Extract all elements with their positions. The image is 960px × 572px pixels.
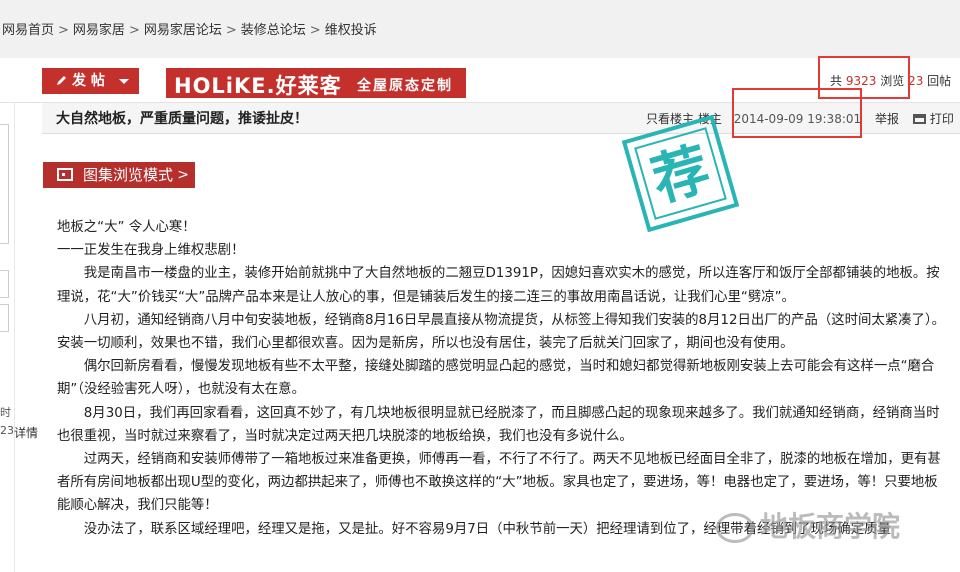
breadcrumb-item-home-decor[interactable]: 网易家居 — [73, 23, 125, 38]
breadcrumb-item-complaints[interactable]: 维权投诉 — [325, 23, 377, 38]
brand-logo: HOLiKE.好莱客 — [174, 74, 342, 98]
breadcrumb-item-home[interactable]: 网易首页 — [2, 23, 54, 38]
breadcrumb-item-forum[interactable]: 网易家居论坛 — [144, 23, 222, 38]
print-button[interactable]: 打印 — [912, 112, 954, 126]
content-paragraph: 我是南昌市一楼盘的业主，装修开始前就挑中了大自然地板的二翘豆D1391P，因媳妇… — [57, 266, 940, 305]
breadcrumb-separator: > — [58, 23, 69, 38]
wechat-watermark: 地板商学院 — [716, 505, 900, 545]
post-title: 大自然地板，严重质量问题，推诿扯皮！ — [56, 111, 308, 127]
content-paragraph: 一一正发生在我身上维权悲剧！ — [57, 243, 245, 259]
holike-ad-banner[interactable]: HOLiKE.好莱客 全屋原态定制 — [166, 68, 466, 98]
chevron-down-icon[interactable] — [119, 79, 129, 84]
sidebar-detail-link[interactable]: 详情 — [14, 424, 38, 441]
print-label: 打印 — [929, 112, 954, 126]
sidebar-field[interactable] — [0, 304, 9, 332]
new-post-button[interactable]: 发 帖 — [42, 68, 139, 94]
chevron-right-icon: > — [177, 167, 189, 183]
gallery-mode-label: 图集浏览模式 — [83, 166, 174, 184]
banner-slogan: 全屋原态定制 — [357, 78, 453, 94]
breadcrumb: 网易首页 > 网易家居 > 网易家居论坛 > 装修总论坛 > 维权投诉 — [2, 19, 377, 38]
sidebar-panel — [0, 124, 9, 244]
sidebar-field[interactable] — [0, 270, 9, 298]
content-paragraph: 偶尔回新房看看，慢慢发现地板有些不太平整，接缝处脚踏的感觉明显凸起的感觉，当时和… — [57, 359, 935, 398]
sidebar-fragment-text: 时 — [0, 406, 11, 419]
sidebar-fragment-count: 23 — [0, 424, 14, 437]
content-paragraph: 地板之“大” 令人心寒！ — [57, 220, 196, 235]
wechat-icon — [716, 513, 754, 543]
breadcrumb-separator: > — [309, 23, 321, 38]
stamp-character: 荐 — [634, 127, 727, 220]
gallery-mode-button[interactable]: 图集浏览模式 > — [43, 162, 195, 188]
printer-icon — [912, 114, 926, 124]
report-link[interactable]: 举报 — [875, 112, 899, 126]
breadcrumb-item-renovation[interactable]: 装修总论坛 — [241, 23, 306, 38]
content-paragraph: 八月初，通知经销商八月中旬安装地板，经销商8月16日早晨直接从物流提货，从标签上… — [57, 312, 946, 352]
image-icon — [57, 168, 73, 181]
reply-count: 23 — [908, 74, 924, 88]
pen-icon — [57, 76, 66, 85]
breadcrumb-separator: > — [225, 23, 237, 38]
breadcrumb-bar: 网易首页 > 网易家居 > 网易家居论坛 > 装修总论坛 > 维权投诉 — [0, 0, 960, 58]
replies-label: 回帖 — [927, 74, 952, 88]
left-sidebar: 时 23 — [0, 102, 15, 572]
content-paragraph: 8月30日，我们再回家看看，这回真不妙了，有几块地板很明显就已经脱漆了，而且脚感… — [57, 405, 940, 444]
post-content: 地板之“大” 令人心寒！ 一一正发生在我身上维权悲剧！ 我是南昌市一楼盘的业主，… — [57, 216, 947, 541]
watermark-text: 地板商学院 — [760, 510, 901, 543]
breadcrumb-separator: > — [128, 23, 140, 38]
highlight-box-date — [732, 88, 862, 138]
new-post-label: 发 帖 — [72, 73, 105, 89]
